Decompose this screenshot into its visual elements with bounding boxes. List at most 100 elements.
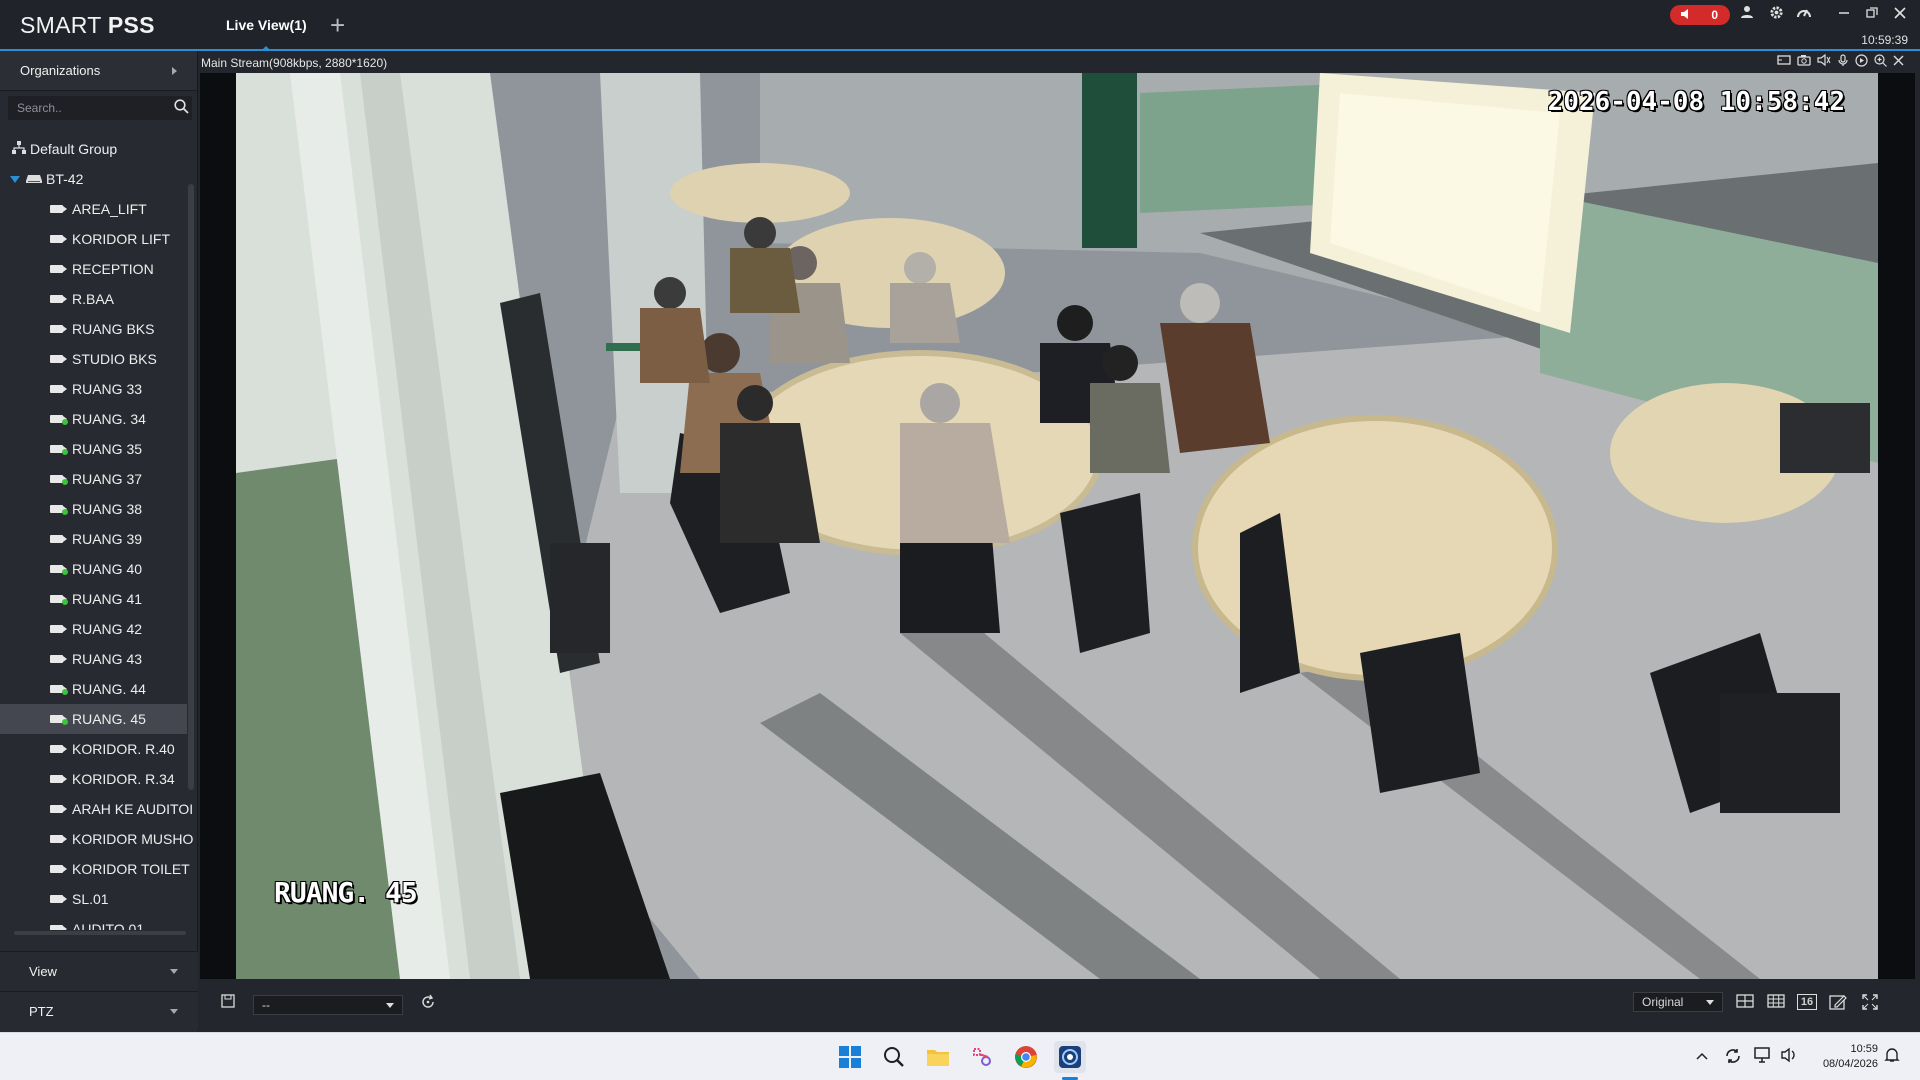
- tree-item-camera[interactable]: RUANG BKS: [0, 314, 198, 344]
- tree-item-camera[interactable]: RUANG 35: [0, 434, 198, 464]
- windows-start-icon[interactable]: [834, 1041, 866, 1073]
- add-tab-button[interactable]: +: [330, 12, 345, 38]
- camera-icon: [50, 475, 68, 485]
- layout-16-icon[interactable]: 16: [1797, 994, 1817, 1010]
- speedometer-icon[interactable]: [1794, 5, 1814, 25]
- fullscreen-icon[interactable]: [1860, 994, 1880, 1014]
- restore-icon[interactable]: [1862, 5, 1882, 25]
- tree-item-camera[interactable]: RUANG. 45: [0, 704, 187, 734]
- refresh-icon[interactable]: [418, 994, 438, 1014]
- zoom-icon[interactable]: [1874, 54, 1887, 70]
- tree-item-camera[interactable]: ARAH KE AUDITOI: [0, 794, 198, 824]
- custom-layout-icon[interactable]: [1828, 994, 1848, 1014]
- tree-item-label: SL.01: [72, 891, 109, 907]
- tree-item-camera[interactable]: RUANG. 44: [0, 674, 198, 704]
- tree-item-camera[interactable]: RUANG 42: [0, 614, 198, 644]
- view-preset-select[interactable]: --: [253, 995, 403, 1015]
- smart-pss-taskbar-icon[interactable]: [1054, 1041, 1086, 1073]
- smart-search-icon[interactable]: [1777, 54, 1791, 70]
- camera-icon: [50, 895, 67, 903]
- chevron-down-icon: [1706, 999, 1714, 1005]
- camera-icon: [50, 235, 67, 243]
- tree-item-label: ARAH KE AUDITOI: [72, 801, 194, 817]
- scale-select[interactable]: Original: [1633, 992, 1723, 1012]
- notification-icon[interactable]: [1884, 1047, 1900, 1067]
- tab-live-view[interactable]: Live View(1): [212, 0, 321, 51]
- close-video-icon[interactable]: [1893, 54, 1904, 70]
- snipping-tool-icon[interactable]: [966, 1041, 998, 1073]
- live-view-toolbar: -- Original 16: [200, 980, 1920, 1032]
- network-icon[interactable]: [1754, 1047, 1772, 1067]
- tree-item-camera[interactable]: RUANG 40: [0, 554, 198, 584]
- tree-item-label: KORIDOR LIFT: [72, 231, 171, 247]
- tree-item-camera[interactable]: R.BAA: [0, 284, 198, 314]
- tree-item-camera[interactable]: RUANG. 34: [0, 404, 198, 434]
- tree-item-camera[interactable]: RUANG 43: [0, 644, 198, 674]
- tree-item-camera[interactable]: RUANG 38: [0, 494, 198, 524]
- tree-horizontal-scrollbar[interactable]: [14, 931, 186, 935]
- tree-item-default-group[interactable]: Default Group: [0, 134, 198, 164]
- tree-item-camera[interactable]: RUANG 37: [0, 464, 198, 494]
- tree-item-camera[interactable]: STUDIO BKS: [0, 344, 198, 374]
- tree-item-label: RUANG 43: [72, 651, 143, 667]
- tree-item-camera[interactable]: RUANG 41: [0, 584, 198, 614]
- layout-4-icon[interactable]: [1735, 994, 1755, 1014]
- alarm-badge[interactable]: 0: [1670, 5, 1730, 25]
- chevron-up-icon[interactable]: [1696, 1047, 1708, 1064]
- tree-item-camera[interactable]: KORIDOR TOILET: [0, 854, 198, 884]
- tree-item-label: RUANG 38: [72, 501, 143, 517]
- snapshot-icon[interactable]: [1797, 54, 1811, 70]
- camera-icon: [50, 745, 67, 753]
- organizations-label: Organizations: [20, 63, 101, 78]
- camera-icon: [50, 775, 67, 783]
- tree-scrollbar[interactable]: [188, 184, 194, 790]
- camera-icon: [50, 655, 67, 663]
- chrome-icon[interactable]: [1010, 1041, 1042, 1073]
- search-icon[interactable]: [172, 98, 191, 118]
- ptz-panel-header[interactable]: PTZ: [0, 991, 198, 1031]
- expand-arrow-icon[interactable]: [10, 171, 20, 187]
- tree-item-camera[interactable]: KORIDOR MUSHO: [0, 824, 198, 854]
- tree-item-camera[interactable]: KORIDOR. R.34: [0, 764, 198, 794]
- save-view-icon[interactable]: [218, 994, 238, 1014]
- tree-item-camera[interactable]: RUANG 33: [0, 374, 198, 404]
- tree-item-camera[interactable]: KORIDOR. R.40: [0, 734, 198, 764]
- microphone-icon[interactable]: [1837, 54, 1849, 70]
- file-explorer-icon[interactable]: [922, 1041, 954, 1073]
- tree-item-camera[interactable]: SL.01: [0, 884, 198, 914]
- chevron-down-icon: [170, 969, 178, 974]
- tree-item-label: Default Group: [30, 141, 118, 157]
- tree-item-camera[interactable]: AREA_LIFT: [0, 194, 198, 224]
- organizations-header[interactable]: Organizations: [0, 51, 197, 91]
- camera-icon: [50, 265, 67, 273]
- tree-item-label: AUDITO 01: [72, 921, 145, 930]
- layout-9-icon[interactable]: [1766, 994, 1786, 1014]
- video-feed[interactable]: 2026-04-08 10:58:42 RUANG. 45: [200, 73, 1915, 979]
- tree-item-device[interactable]: BT-42: [0, 164, 198, 194]
- record-icon[interactable]: [1855, 54, 1868, 70]
- user-icon[interactable]: [1737, 5, 1757, 25]
- ptz-label: PTZ: [29, 1004, 54, 1019]
- title-bar: SMART PSS Live View(1) + 0 10:59:39: [0, 0, 1920, 51]
- audio-icon[interactable]: [1817, 53, 1831, 70]
- camera-icon: [50, 565, 68, 575]
- minimize-icon[interactable]: [1834, 5, 1854, 25]
- org-tree-icon: [12, 141, 26, 157]
- tree-item-camera[interactable]: RUANG 39: [0, 524, 198, 554]
- taskbar-time: 10:59: [1850, 1043, 1878, 1055]
- taskbar-date: 08/04/2026: [1822, 1058, 1878, 1070]
- tree-item-camera[interactable]: KORIDOR LIFT: [0, 224, 198, 254]
- volume-icon[interactable]: [1780, 1047, 1798, 1067]
- tree-item-camera[interactable]: AUDITO 01: [0, 914, 198, 930]
- tree-item-label: KORIDOR MUSHO: [72, 831, 194, 847]
- search-icon[interactable]: [878, 1041, 910, 1073]
- gear-icon[interactable]: [1766, 5, 1786, 25]
- sync-icon[interactable]: [1724, 1047, 1742, 1069]
- close-icon[interactable]: [1890, 5, 1910, 25]
- tree-item-label: RUANG 40: [72, 561, 143, 577]
- search-input[interactable]: [9, 97, 172, 119]
- taskbar-clock[interactable]: 10:59 08/04/2026: [1823, 1042, 1878, 1072]
- tree-item-camera[interactable]: RECEPTION: [0, 254, 198, 284]
- camera-icon: [50, 295, 67, 303]
- view-panel-header[interactable]: View: [0, 951, 198, 991]
